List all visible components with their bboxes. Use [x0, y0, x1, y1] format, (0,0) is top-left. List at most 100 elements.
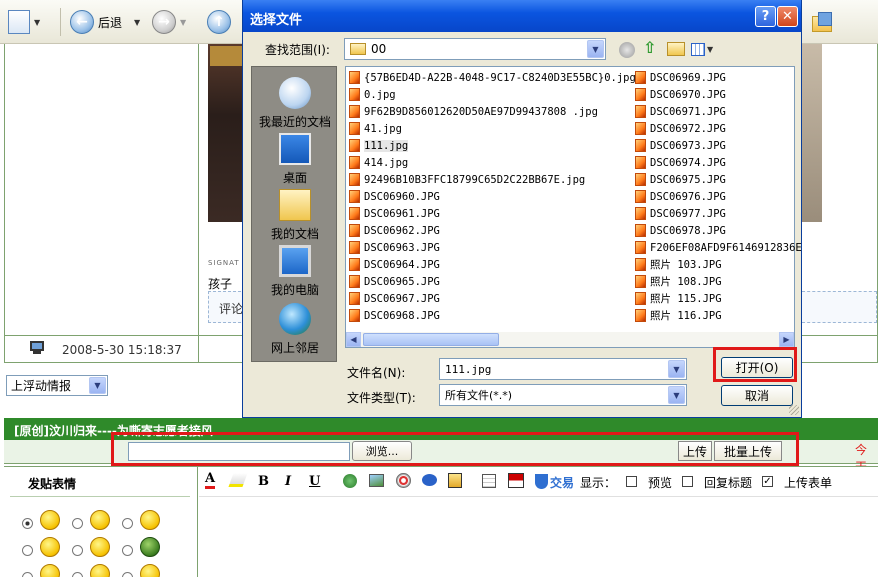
look-in-select[interactable]: 00 ▼: [344, 38, 606, 60]
file-item[interactable]: DSC06965.JPG: [349, 273, 440, 290]
code-icon[interactable]: [448, 473, 462, 488]
dialog-titlebar[interactable]: 选择文件 ? ✕: [243, 0, 801, 32]
flash-icon[interactable]: [396, 473, 411, 488]
emoticon-radio[interactable]: [22, 518, 33, 529]
upload-button[interactable]: 上传: [678, 441, 712, 461]
place-network[interactable]: 网上邻居: [252, 303, 338, 356]
document-icon: [8, 10, 30, 34]
dialog-title: 选择文件: [250, 13, 303, 28]
file-item[interactable]: DSC06971.JPG: [635, 103, 726, 120]
browse-button[interactable]: 浏览...: [352, 441, 412, 461]
scroll-right-button[interactable]: ▶: [779, 332, 794, 347]
link-icon[interactable]: [343, 474, 357, 488]
emoticon-radio[interactable]: [22, 545, 33, 556]
new-folder-icon[interactable]: [667, 42, 685, 56]
file-item[interactable]: DSC06964.JPG: [349, 256, 440, 273]
file-item[interactable]: 0.jpg: [349, 86, 396, 103]
open-button[interactable]: 打开(O): [721, 357, 793, 378]
emoticon-radio[interactable]: [72, 545, 83, 556]
close-button[interactable]: ✕: [777, 6, 798, 27]
cancel-button-label: 取消: [744, 389, 769, 403]
file-item[interactable]: 92496B10B3FFC18799C65D2C22BB67E.jpg: [349, 171, 585, 188]
file-item[interactable]: DSC06967.JPG: [349, 290, 440, 307]
file-name: 92496B10B3FFC18799C65D2C22BB67E.jpg: [364, 173, 586, 186]
file-item[interactable]: 9F62B9D856012620D50AE97D99437808 .jpg: [349, 103, 598, 120]
quote-icon[interactable]: [422, 474, 437, 486]
filename-input[interactable]: 111.jpg ▼: [439, 358, 687, 380]
place-my-computer[interactable]: 我的电脑: [252, 245, 338, 298]
emoticon-radio[interactable]: [72, 518, 83, 529]
new-document-button[interactable]: ▼: [8, 7, 40, 37]
file-item[interactable]: DSC06962.JPG: [349, 222, 440, 239]
up-button[interactable]: ↑: [207, 7, 231, 37]
font-color-button[interactable]: A: [205, 472, 216, 489]
file-item[interactable]: DSC06963.JPG: [349, 239, 440, 256]
file-name: F206EF08AFD9F6146912836E: [650, 241, 802, 254]
batch-upload-button[interactable]: 批量上传: [714, 441, 782, 461]
back-button[interactable]: ← 后退 ▼: [70, 7, 140, 37]
emoticon-radio[interactable]: [72, 572, 83, 577]
upload-path-input[interactable]: [128, 442, 350, 461]
board-select[interactable]: 上浮动情报 ▼: [6, 375, 108, 396]
child-text: 孩子: [208, 277, 233, 291]
place-recent-documents[interactable]: 我最近的文档: [252, 77, 338, 130]
comment-label: 评论: [219, 302, 244, 316]
file-item[interactable]: 照片 115.JPG: [635, 290, 722, 307]
place-desktop[interactable]: 桌面: [252, 133, 338, 186]
file-item[interactable]: 照片 103.JPG: [635, 256, 722, 273]
preview-checkbox[interactable]: [626, 476, 637, 487]
trade-label[interactable]: 交易: [550, 474, 574, 491]
upload-form-checkbox[interactable]: ✓: [762, 476, 773, 487]
help-button[interactable]: ?: [755, 6, 776, 27]
file-item[interactable]: DSC06960.JPG: [349, 188, 440, 205]
file-item[interactable]: DSC06970.JPG: [635, 86, 726, 103]
file-item[interactable]: F206EF08AFD9F6146912836E: [635, 239, 802, 256]
scroll-thumb[interactable]: [363, 333, 499, 346]
image-icon[interactable]: [369, 474, 384, 487]
file-item[interactable]: DSC06974.JPG: [635, 154, 726, 171]
emoticon-radio[interactable]: [122, 572, 133, 577]
file-item[interactable]: DSC06976.JPG: [635, 188, 726, 205]
file-item[interactable]: DSC06961.JPG: [349, 205, 440, 222]
up-folder-icon[interactable]: ⇧: [643, 40, 661, 58]
image-file-icon: [349, 139, 360, 152]
image-file-icon: [635, 88, 646, 101]
file-item[interactable]: 41.jpg: [349, 120, 402, 137]
file-item[interactable]: DSC06975.JPG: [635, 171, 726, 188]
insert-table-icon[interactable]: [482, 474, 496, 488]
post-photo: [208, 44, 244, 222]
place-my-documents[interactable]: 我的文档: [252, 189, 338, 242]
shield-icon[interactable]: [535, 474, 548, 489]
emoticon-radio[interactable]: [122, 518, 133, 529]
italic-button[interactable]: I: [285, 474, 291, 489]
emoticon-radio[interactable]: [22, 572, 33, 577]
file-item[interactable]: 111.jpg: [349, 137, 409, 154]
file-item[interactable]: 照片 108.JPG: [635, 273, 722, 290]
emoticon-radio[interactable]: [122, 545, 133, 556]
scroll-left-button[interactable]: ◀: [346, 332, 361, 347]
file-item[interactable]: 414.jpg: [349, 154, 408, 171]
file-item[interactable]: DSC06978.JPG: [635, 222, 726, 239]
file-item[interactable]: DSC06972.JPG: [635, 120, 726, 137]
forward-button[interactable]: → ▼: [152, 7, 186, 37]
resize-grip[interactable]: [789, 405, 799, 415]
file-item[interactable]: DSC06977.JPG: [635, 205, 726, 222]
back-nav-icon[interactable]: [619, 42, 635, 58]
cancel-button[interactable]: 取消: [721, 385, 793, 406]
file-item[interactable]: {57B6ED4D-A22B-4048-9C17-C8240D3E55BC}0.…: [349, 69, 636, 86]
folders-icon[interactable]: [810, 10, 834, 34]
comment-box[interactable]: 评论: [208, 291, 246, 323]
underline-button[interactable]: U: [309, 474, 320, 489]
image-file-icon: [635, 275, 646, 288]
file-item[interactable]: 照片 116.JPG: [635, 307, 722, 324]
my-computer-icon: [279, 245, 311, 277]
horizontal-scrollbar[interactable]: ◀ ▶: [346, 332, 794, 347]
filetype-select[interactable]: 所有文件(*.*) ▼: [439, 384, 687, 406]
view-menu-icon[interactable]: ▼: [691, 41, 715, 57]
file-item[interactable]: DSC06973.JPG: [635, 137, 726, 154]
file-item[interactable]: DSC06968.JPG: [349, 307, 440, 324]
file-item[interactable]: DSC06969.JPG: [635, 69, 726, 86]
reply-title-checkbox[interactable]: [682, 476, 693, 487]
bold-button[interactable]: B: [258, 474, 269, 489]
flag-icon[interactable]: [508, 473, 524, 488]
